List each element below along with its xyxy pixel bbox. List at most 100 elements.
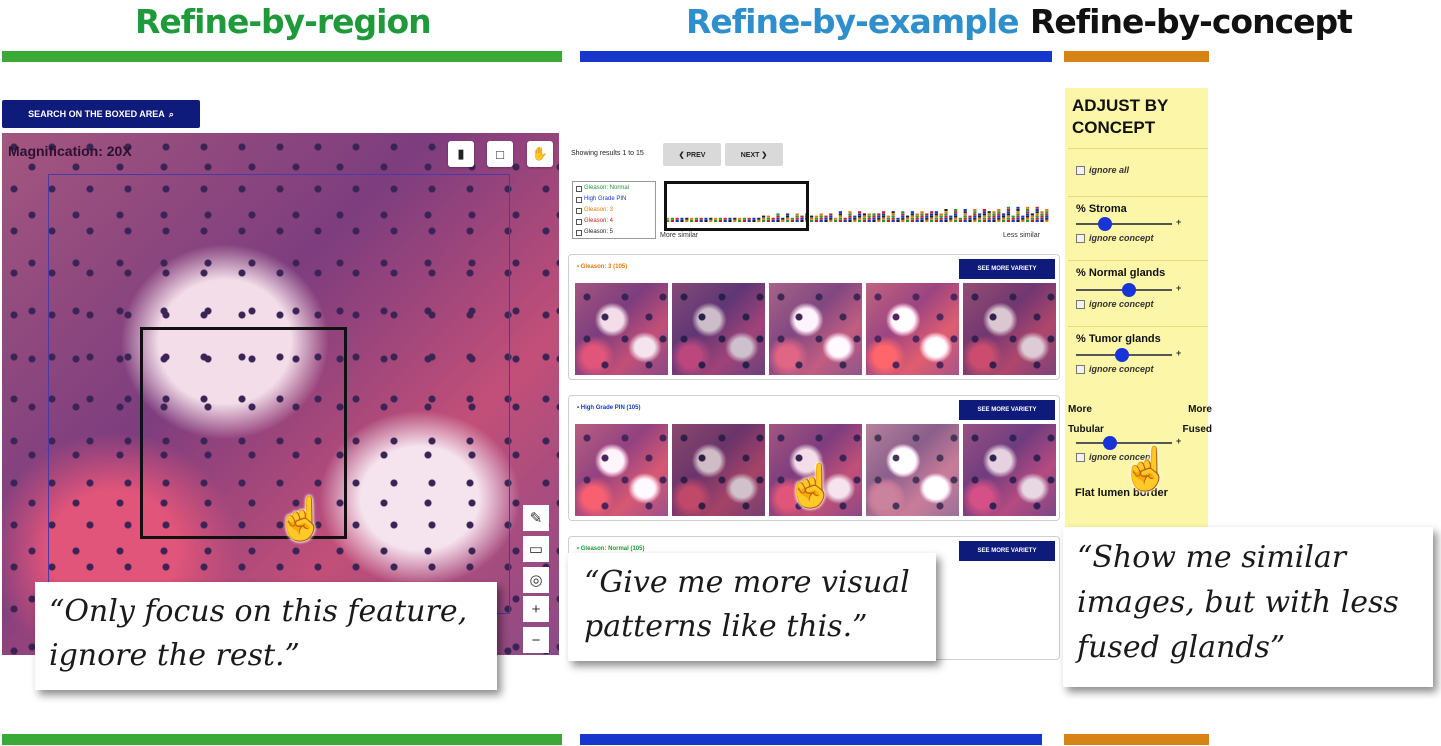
strip-dot	[992, 211, 996, 214]
ignore-concept-checkbox[interactable]: ignore concept	[1076, 364, 1154, 374]
less-similar-label: Less similar	[1003, 232, 1040, 239]
strip-dot	[906, 220, 910, 222]
hand-icon[interactable]: ✋	[527, 141, 553, 167]
strip-dot	[915, 217, 919, 220]
strip-dot	[1030, 215, 1034, 218]
slider-knob[interactable]	[1115, 348, 1130, 362]
strip-dot	[978, 220, 982, 222]
strip-dot	[1011, 217, 1015, 220]
strip-dot	[838, 211, 842, 214]
strip-dot	[829, 220, 833, 222]
strip-dot	[1006, 215, 1010, 218]
bottom-bar-region	[2, 734, 562, 745]
strip-dot	[1026, 215, 1030, 218]
strip-dot	[1035, 220, 1039, 222]
window-icon[interactable]: ▭	[523, 536, 549, 562]
strip-dot	[1030, 217, 1034, 220]
strip-dot	[954, 213, 958, 216]
strip-dot	[997, 211, 1001, 214]
minus-icon[interactable]: −	[523, 627, 549, 653]
next-button[interactable]: NEXT ❯	[725, 143, 783, 166]
edit-icon[interactable]: ✎	[523, 505, 549, 531]
result-thumbnail[interactable]	[575, 424, 668, 516]
strip-dot	[858, 215, 862, 218]
strip-window[interactable]	[664, 181, 809, 231]
square-icon[interactable]: □	[487, 141, 513, 167]
strip-dot	[944, 220, 948, 222]
pointer-hand-icon: ☝	[275, 495, 328, 542]
strip-dot	[1016, 209, 1020, 211]
strip-dot	[906, 215, 910, 218]
result-thumbnail[interactable]	[672, 283, 765, 375]
strip-dot	[968, 220, 972, 222]
strip-dot	[1006, 220, 1010, 222]
strip-dot	[901, 220, 905, 222]
strip-dot	[1045, 211, 1049, 214]
strip-dot	[992, 215, 996, 218]
legend-item[interactable]: Gleason: 3	[576, 205, 652, 216]
ignore-concept-label: ignore concept	[1089, 299, 1154, 309]
legend-item[interactable]: Gleason: Normal	[576, 183, 652, 194]
legend: Gleason: Normal High Grade PIN Gleason: …	[572, 181, 656, 239]
prev-button[interactable]: ❮ PREV	[663, 143, 721, 166]
strip-dot	[925, 217, 929, 220]
slider-knob[interactable]	[1097, 217, 1112, 231]
concept-slider[interactable]	[1076, 348, 1172, 362]
concept-label: % Tumor glands	[1076, 333, 1161, 345]
see-more-variety-button[interactable]: SEE MORE VARIETY	[959, 400, 1055, 420]
strip-dot	[896, 217, 900, 220]
result-thumbnail[interactable]	[963, 424, 1056, 516]
strip-dot	[891, 213, 895, 216]
results-count: Showing results 1 to 15	[571, 150, 644, 157]
slider-knob[interactable]	[1102, 436, 1117, 450]
search-boxed-area-button[interactable]: SEARCH ON THE BOXED AREA ⌕	[2, 100, 200, 128]
legend-item[interactable]: Gleason: 5	[576, 227, 652, 238]
strip-dot	[963, 213, 967, 216]
see-more-variety-button[interactable]: SEE MORE VARIETY	[959, 259, 1055, 279]
concept-normal-glands: % Normal glands + ignore concept	[1068, 260, 1208, 320]
strip-dot	[810, 217, 814, 220]
top-bar-concept	[1064, 51, 1209, 62]
concept-slider[interactable]	[1076, 217, 1172, 231]
strip-dot	[934, 213, 938, 216]
strip-dot	[872, 215, 876, 218]
see-more-variety-button[interactable]: SEE MORE VARIETY	[959, 541, 1055, 561]
plus-icon[interactable]: +	[523, 596, 549, 622]
strip-dot	[872, 217, 876, 220]
result-thumbnail[interactable]	[672, 424, 765, 516]
ignore-concept-checkbox[interactable]: ignore concept	[1076, 233, 1154, 243]
tubular-fused-slider[interactable]	[1076, 436, 1172, 450]
strip-dot	[978, 213, 982, 216]
strip-dot	[891, 220, 895, 222]
legend-item[interactable]: High Grade PIN	[576, 194, 652, 205]
ignore-concept-checkbox[interactable]: ignore concept	[1076, 299, 1154, 309]
strip-dot	[910, 215, 914, 218]
target-icon[interactable]: ◎	[523, 567, 549, 593]
group-label: • High Grade PIN (105)	[577, 405, 641, 411]
result-thumbnail[interactable]	[963, 283, 1056, 375]
strip-dot	[906, 217, 910, 220]
trash-icon[interactable]: ▮	[448, 141, 474, 167]
legend-item[interactable]: Gleason: 4	[576, 216, 652, 227]
strip-dot	[1002, 213, 1006, 216]
strip-dot	[1016, 213, 1020, 216]
strip-dot	[882, 211, 886, 214]
strip-dot	[814, 220, 818, 222]
result-thumbnail[interactable]	[575, 283, 668, 375]
ignore-all-checkbox[interactable]: ignore all	[1076, 165, 1129, 175]
strip-dot	[992, 217, 996, 220]
result-thumbnail[interactable]	[866, 424, 959, 516]
strip-dot	[1045, 215, 1049, 218]
strip-dot	[1021, 217, 1025, 220]
strip-dot	[1045, 213, 1049, 216]
strip-dot	[944, 215, 948, 218]
result-thumbnail[interactable]	[769, 283, 862, 375]
strip-dot	[882, 220, 886, 222]
strip-dot	[858, 213, 862, 216]
strip-dot	[814, 217, 818, 220]
strip-dot	[982, 209, 986, 211]
strip-dot	[997, 209, 1001, 211]
slider-knob[interactable]	[1121, 283, 1136, 297]
result-thumbnail[interactable]	[866, 283, 959, 375]
concept-slider[interactable]	[1076, 283, 1172, 297]
